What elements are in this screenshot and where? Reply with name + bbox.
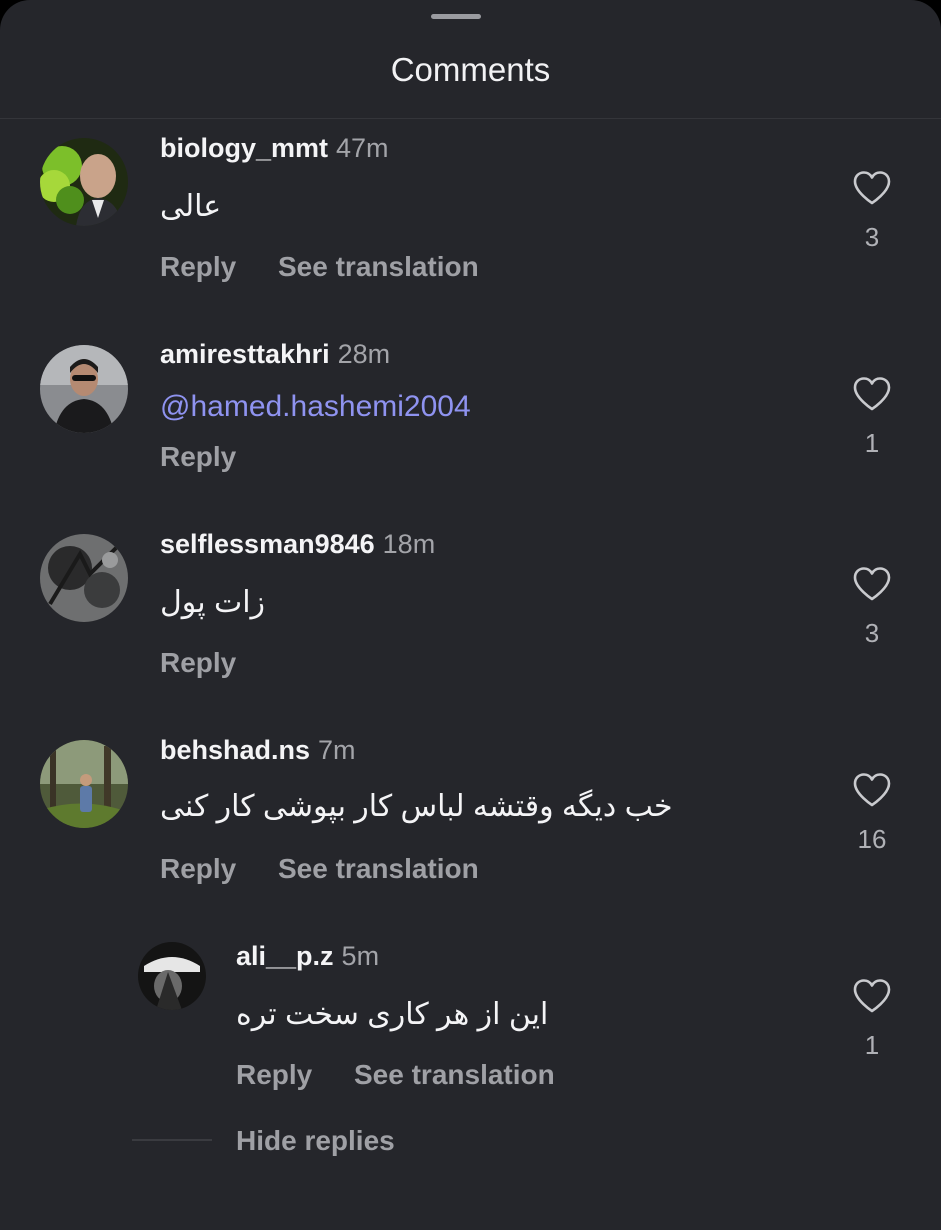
- reply-text: این از هر کاری سخت تره: [236, 998, 549, 1031]
- comment-time: 18m: [382, 529, 436, 559]
- like-button[interactable]: [852, 376, 892, 412]
- username-text[interactable]: behshad.ns: [160, 735, 310, 765]
- like-count: 16: [857, 824, 887, 854]
- like-count: 3: [864, 618, 880, 648]
- header-divider: [0, 118, 941, 119]
- like-button[interactable]: [852, 170, 892, 206]
- mention-link[interactable]: @hamed.hashemi2004: [160, 388, 471, 426]
- comment-username[interactable]: behshad.ns 7m: [160, 734, 356, 766]
- reply-time: 5m: [341, 941, 380, 971]
- avatar[interactable]: [40, 345, 128, 433]
- avatar[interactable]: [40, 534, 128, 622]
- like-button[interactable]: [852, 772, 892, 808]
- avatar[interactable]: [138, 942, 206, 1010]
- like-button[interactable]: [852, 978, 892, 1014]
- comment-text: عالی: [160, 190, 222, 223]
- like-button[interactable]: [852, 566, 892, 602]
- reply-username[interactable]: ali__p.z 5m: [236, 940, 379, 972]
- see-translation-button[interactable]: See translation: [278, 250, 479, 284]
- username-text[interactable]: selflessman9846: [160, 529, 375, 559]
- reply-button[interactable]: Reply: [160, 440, 236, 474]
- like-count: 1: [864, 1030, 880, 1060]
- username-text[interactable]: biology_mmt: [160, 133, 328, 163]
- comment-time: 47m: [336, 133, 389, 163]
- username-text[interactable]: ali__p.z: [236, 941, 334, 971]
- comment-username[interactable]: amiresttakhri 28m: [160, 338, 390, 370]
- heart-outline-icon: [853, 171, 891, 205]
- replies-divider-line: [132, 1139, 212, 1141]
- sheet-title: Comments: [390, 51, 551, 88]
- comment-text: زات پول: [160, 586, 266, 619]
- comment-username[interactable]: selflessman9846 18m: [160, 528, 435, 560]
- hide-replies-button[interactable]: Hide replies: [236, 1124, 395, 1158]
- see-translation-button[interactable]: See translation: [354, 1058, 555, 1092]
- reply-button[interactable]: Reply: [160, 646, 236, 680]
- heart-outline-icon: [853, 773, 891, 807]
- username-text[interactable]: amiresttakhri: [160, 339, 330, 369]
- comment-time: 28m: [337, 339, 391, 369]
- heart-outline-icon: [853, 567, 891, 601]
- like-count: 1: [864, 428, 880, 458]
- see-translation-button[interactable]: See translation: [278, 852, 479, 886]
- comment-username[interactable]: biology_mmt 47m: [160, 132, 389, 164]
- sheet-drag-handle[interactable]: [431, 14, 481, 19]
- comment-text: خب دیگه وقتشه لباس کار بپوشی کار کنی: [160, 790, 673, 823]
- comment-time: 7m: [318, 735, 356, 765]
- comments-sheet: Comments biology_mmt 47m عالی Reply See t…: [0, 0, 941, 1230]
- reply-button[interactable]: Reply: [236, 1058, 312, 1092]
- avatar[interactable]: [40, 138, 128, 226]
- heart-outline-icon: [853, 979, 891, 1013]
- reply-button[interactable]: Reply: [160, 852, 236, 886]
- avatar[interactable]: [40, 740, 128, 828]
- heart-outline-icon: [853, 377, 891, 411]
- reply-button[interactable]: Reply: [160, 250, 236, 284]
- like-count: 3: [864, 222, 880, 252]
